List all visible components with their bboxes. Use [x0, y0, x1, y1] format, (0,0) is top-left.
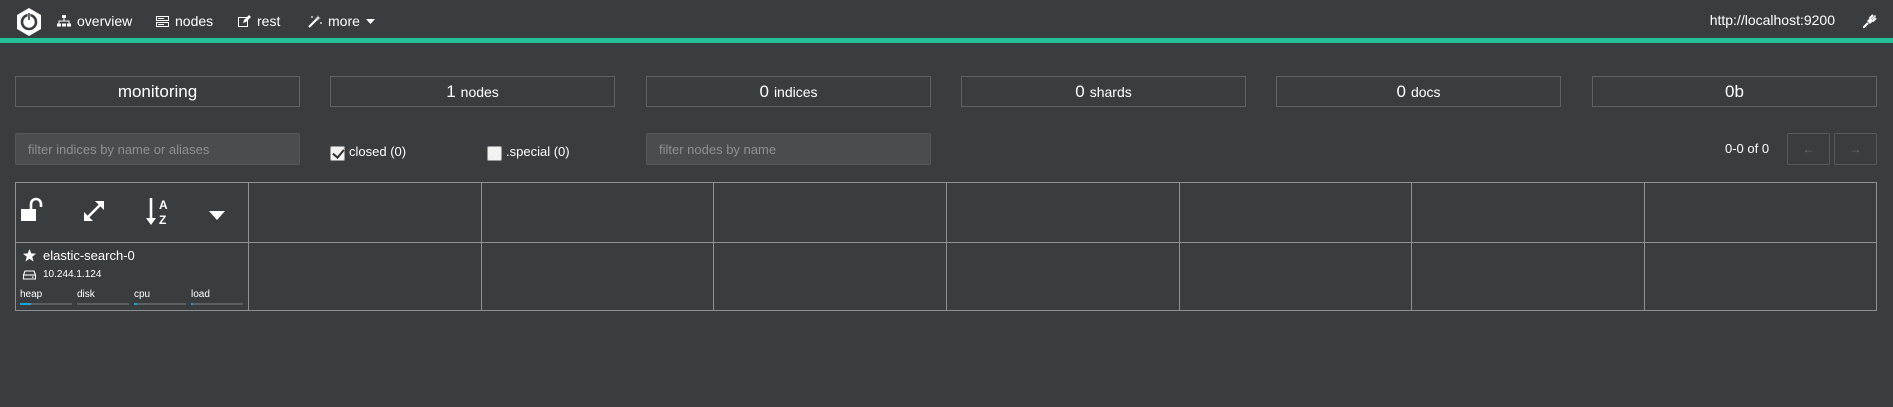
metric-label: disk [77, 289, 95, 300]
cluster-name: monitoring [117, 81, 198, 101]
node-ip-label: 10.244.1.124 [43, 269, 102, 280]
indices-stat-box: 0 indices [646, 76, 931, 107]
docs-stat-label: docs [1410, 83, 1441, 100]
nav-more-label: more [328, 13, 360, 29]
grid-divider [248, 183, 249, 310]
special-checkbox[interactable]: .special (0) [487, 144, 570, 161]
indices-stat-label: indices [773, 83, 818, 100]
closed-checkbox-box[interactable] [330, 146, 345, 161]
grid-divider [946, 183, 947, 310]
expand-icon[interactable] [82, 199, 106, 226]
svg-text:A: A [159, 198, 168, 212]
pager-prev-label: ← [1802, 142, 1815, 156]
cluster-size: 0b [1725, 81, 1744, 101]
grid-row-divider [16, 242, 1876, 243]
server-icon [156, 15, 169, 27]
top-navbar: overview nodes rest more http://localhos… [0, 0, 1893, 43]
metric-label: cpu [134, 289, 151, 300]
grid-divider [1644, 183, 1645, 310]
indices-count: 0 [759, 81, 769, 101]
size-stat-box: 0b [1592, 76, 1877, 107]
pager-prev-button[interactable]: ← [1787, 133, 1830, 165]
edit-icon [238, 15, 251, 27]
node-name-label: elastic-search-0 [43, 248, 135, 263]
nav-overview[interactable]: overview [57, 12, 132, 30]
cpu-metric: cpu [134, 289, 186, 305]
cluster-host-url[interactable]: http://localhost:9200 [1710, 12, 1835, 28]
disk-metric: disk [77, 289, 129, 305]
docs-count: 0 [1396, 81, 1406, 101]
metric-fill [134, 303, 137, 305]
nodes-count: 1 [446, 81, 456, 101]
plug-icon[interactable] [1862, 12, 1879, 31]
sitemap-icon [57, 15, 71, 27]
nav-rest[interactable]: rest [238, 12, 280, 30]
svg-text:Z: Z [159, 213, 166, 227]
unlock-icon[interactable] [20, 197, 46, 226]
node-ip: 10.244.1.124 [23, 269, 101, 280]
pager-next-button[interactable]: → [1834, 133, 1877, 165]
nav-overview-label: overview [77, 13, 133, 29]
metric-label: load [191, 289, 210, 300]
caret-down-icon [365, 18, 375, 24]
nav-rest-label: rest [257, 13, 281, 29]
logo-icon[interactable] [14, 7, 44, 37]
metric-bar [191, 303, 243, 305]
nav-more-dropdown[interactable]: more [308, 12, 375, 30]
grid-divider [1411, 183, 1412, 310]
cluster-name-box: monitoring [15, 76, 300, 107]
special-checkbox-label: .special (0) [506, 144, 570, 159]
metric-label: heap [20, 289, 43, 300]
heap-metric: heap [20, 289, 72, 305]
closed-checkbox-label: closed (0) [349, 144, 407, 159]
special-checkbox-box[interactable] [487, 146, 502, 161]
metric-bar [20, 303, 72, 305]
pager-range: 0-0 of 0 [1725, 141, 1770, 156]
shards-count: 0 [1075, 81, 1085, 101]
filter-nodes-input[interactable] [646, 133, 931, 165]
metric-bar [134, 303, 186, 305]
metric-bar [77, 303, 129, 305]
grid-divider [1179, 183, 1180, 310]
filter-indices-input[interactable] [15, 133, 300, 165]
metric-fill [20, 303, 32, 305]
cluster-stats: monitoring 1 nodes 0 indices 0 shards 0 … [15, 76, 1877, 107]
load-metric: load [191, 289, 243, 305]
pager-next-label: → [1849, 142, 1862, 156]
shards-stat-box: 0 shards [961, 76, 1246, 107]
grid-divider [481, 183, 482, 310]
nodes-stat-box: 1 nodes [330, 76, 615, 107]
hdd-icon [23, 269, 36, 280]
nodes-stat-label: nodes [460, 83, 499, 100]
sort-alpha-icon[interactable]: A Z [146, 197, 172, 230]
nav-nodes[interactable]: nodes [156, 12, 213, 30]
shards-stat-label: shards [1089, 83, 1132, 100]
cluster-grid: A Z elastic-search-0 10.244.1.124 heap d… [15, 182, 1877, 311]
metric-fill [191, 303, 194, 305]
node-name[interactable]: elastic-search-0 [23, 248, 135, 263]
nav-nodes-label: nodes [175, 13, 214, 29]
star-icon [23, 249, 36, 262]
magic-wand-icon [308, 14, 322, 28]
closed-checkbox[interactable]: closed (0) [330, 144, 407, 161]
grid-divider [713, 183, 714, 310]
caret-down-icon[interactable] [209, 207, 225, 223]
docs-stat-box: 0 docs [1276, 76, 1561, 107]
